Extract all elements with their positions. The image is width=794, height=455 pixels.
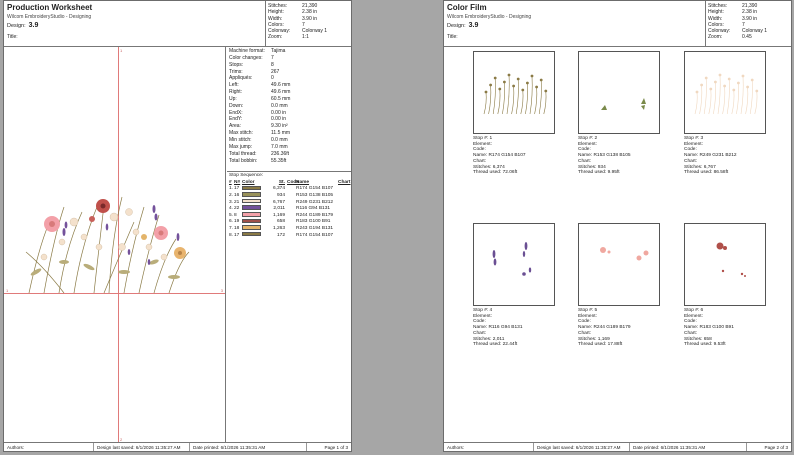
stop-preview-frame (473, 223, 555, 306)
stop-details: Stop #: 5 Element: Code: Name: R244 G189 B1… (578, 308, 631, 348)
date-printed: Date printed: 6/1/2026 11:35:31 AM (630, 443, 747, 451)
stop-preview-image (492, 242, 532, 276)
stop-preview-frame (684, 223, 766, 306)
page-number: Page 2 of 3 (764, 444, 789, 450)
stop-details: Stop #: 6 Element: Code: Name: R183 G100 B9… (684, 308, 734, 348)
page-title: Production Worksheet (7, 3, 93, 12)
page-number: Page 1 of 3 (324, 444, 349, 450)
color-swatch (242, 231, 261, 237)
stop-preview-frame (473, 51, 555, 134)
stop-sequence-row: 3. 21 6,767 R249 G231 B212 (229, 198, 334, 205)
color-swatch (242, 218, 261, 224)
color-swatch (242, 225, 261, 230)
stop-sequence-row: 1. 17 6,374 R174 G154 B107 (229, 185, 334, 192)
design-value: 3.9 (28, 22, 39, 29)
stats-panel: Stitches: 21,390 Height: 2.38 in Width: 3.9… (705, 1, 791, 47)
stats-panel: Stitches: 21,390 Height: 2.38 in Width: 3.9… (265, 1, 351, 47)
stop-preview-frame (684, 51, 766, 134)
authors-label: Authors: (444, 443, 534, 451)
stop-details: Stop #: 4 Element: Code: Name: R116 G94 B13… (473, 308, 523, 348)
colorfilm-header: Color Film Wilcom EmbroideryStudio - Des… (444, 1, 791, 47)
stop-sequence-row: 4. 22 2,011 R116 G94 B131 (229, 205, 331, 212)
stop-preview-frame (578, 223, 660, 306)
color-swatch (242, 205, 261, 210)
color-swatch (242, 198, 261, 204)
title-label: Title: (7, 34, 18, 40)
last-saved: Design last saved: 6/1/2026 11:35:27 AM (94, 443, 190, 451)
color-swatch (242, 185, 261, 191)
design-value: 3.9 (468, 22, 479, 29)
stop-details: Stop #: 1 Element: Code: Name: R174 G154 B1… (473, 136, 526, 176)
date-printed: Date printed: 6/1/2026 11:35:31 AM (190, 443, 307, 451)
stop-preview-image (694, 73, 759, 115)
color-swatch (242, 192, 261, 197)
authors-label: Authors: (4, 443, 94, 451)
colorfilm-footer: Authors: Design last saved: 6/1/2026 11:… (444, 442, 791, 451)
stop-sequence-rows: 1. 17 6,374 R174 G154 B107 2. 16 934 R153 G138 … (227, 185, 351, 239)
stop-sequence-row: 5. 8 1,169 R244 G189 B179 (229, 211, 334, 218)
production-worksheet-page: Production Worksheet Wilcom EmbroiderySt… (3, 0, 352, 452)
stop-sequence-caption: Stop Sequence: (229, 173, 264, 178)
page-title: Color Film (447, 3, 487, 12)
design-preview-canvas[interactable]: 1 2 1 3 (4, 47, 226, 443)
worksheet-footer: Authors: Design last saved: 6/1/2026 11:… (4, 442, 351, 451)
color-swatch (242, 211, 261, 217)
stop-preview-image (716, 242, 746, 277)
wildflower-embroidery-image (25, 196, 190, 294)
color-film-page: Color Film Wilcom EmbroideryStudio - Des… (443, 0, 792, 452)
stop-sequence-row: 2. 16 934 R153 G138 B105 (229, 192, 334, 198)
design-label: Design: 3.9 (7, 22, 39, 29)
stop-preview-image (600, 247, 649, 261)
stop-preview-image (601, 98, 646, 110)
stop-sequence-row: 8. 17 172 R174 G154 B107 (229, 231, 334, 238)
stop-details: Stop #: 2 Element: Code: Name: R153 G138 B1… (578, 136, 631, 176)
stop-preview-image (483, 73, 548, 115)
stop-sequence-row: 6. 19 658 R183 G100 B91 (229, 218, 331, 225)
stop-preview-frame (578, 51, 660, 134)
last-saved: Design last saved: 6/1/2026 11:35:27 AM (534, 443, 630, 451)
title-label: Title: (447, 34, 458, 40)
company-name: Wilcom EmbroideryStudio - Designing (447, 14, 532, 20)
machine-info-panel: Machine format: Tajima Color changes: 7 St… (229, 48, 291, 164)
stop-details: Stop #: 3 Element: Code: Name: R249 G231 B2… (684, 136, 737, 176)
worksheet-header: Production Worksheet Wilcom EmbroiderySt… (4, 1, 351, 47)
design-label: Design: 3.9 (447, 22, 479, 29)
stop-sequence-header: # N# Color St. Code Name Chart (229, 179, 351, 185)
stop-sequence-table: Stop Sequence: # N# Color St. Code Name … (227, 171, 351, 238)
stop-sequence-row: 7. 18 1,263 R243 G194 B131 (229, 225, 334, 231)
company-name: Wilcom EmbroideryStudio - Designing (7, 14, 92, 20)
